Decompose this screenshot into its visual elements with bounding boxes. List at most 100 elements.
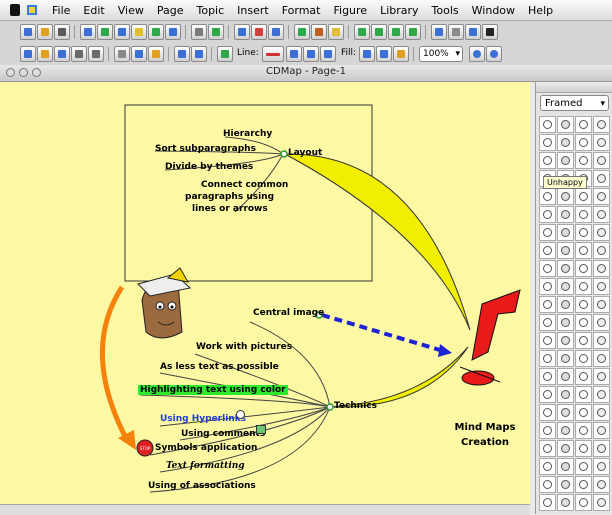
layout-button[interactable] [148, 24, 164, 40]
paste-button[interactable] [148, 46, 164, 62]
palette-symbol-icon[interactable] [593, 152, 610, 169]
palette-symbol-icon[interactable] [539, 386, 556, 403]
palette-symbol-icon[interactable] [557, 116, 574, 133]
center-topic-title[interactable]: Mind Maps Creation [445, 420, 525, 450]
line-end-button[interactable] [303, 46, 319, 62]
palette-symbol-icon[interactable] [539, 404, 556, 421]
palette-symbol-icon[interactable] [575, 296, 592, 313]
connect-button[interactable] [465, 24, 481, 40]
palette-symbol-icon[interactable] [593, 170, 610, 187]
zoom-select[interactable]: 100% ▾ [419, 46, 463, 62]
insert-link-button[interactable] [114, 24, 130, 40]
palette-symbol-icon[interactable] [593, 386, 610, 403]
redo-button[interactable] [191, 46, 207, 62]
subtopic-symbols-application[interactable]: Symbols application [155, 443, 257, 453]
palette-symbol-icon[interactable] [575, 278, 592, 295]
palette-symbol-icon[interactable] [539, 116, 556, 133]
apple-menu-icon[interactable] [8, 3, 22, 17]
palette-symbol-icon[interactable] [557, 206, 574, 223]
subtopic-text-formatting[interactable]: Text formatting [166, 461, 245, 471]
web-export-button[interactable] [388, 24, 404, 40]
subtopic-less-text[interactable]: As less text as possible [160, 362, 279, 372]
palette-symbol-icon[interactable] [557, 476, 574, 493]
palette-symbol-icon[interactable] [557, 242, 574, 259]
palette-symbol-icon[interactable] [575, 224, 592, 241]
palette-symbol-icon[interactable] [557, 134, 574, 151]
menu-view[interactable]: View [118, 4, 144, 17]
palette-symbol-icon[interactable] [557, 404, 574, 421]
palette-symbol-icon[interactable] [593, 242, 610, 259]
palette-symbol-icon[interactable] [593, 278, 610, 295]
palette-symbol-icon[interactable] [557, 314, 574, 331]
palette-symbol-icon[interactable] [593, 440, 610, 457]
subtopic-button[interactable] [97, 24, 113, 40]
palette-symbol-icon[interactable] [593, 476, 610, 493]
bring-front-button[interactable] [431, 24, 447, 40]
palette-symbol-icon[interactable] [575, 386, 592, 403]
palette-symbol-icon[interactable] [575, 314, 592, 331]
palette-symbol-icon[interactable] [575, 350, 592, 367]
save-button[interactable] [54, 46, 70, 62]
subtopic-highlighting-text[interactable]: Highlighting text using color [138, 385, 288, 395]
subtopic-hierarchy[interactable]: Hierarchy [223, 129, 272, 139]
web-button[interactable] [354, 24, 370, 40]
palette-symbol-icon[interactable] [557, 152, 574, 169]
palette-symbol-icon[interactable] [575, 116, 592, 133]
palette-symbol-icon[interactable] [539, 296, 556, 313]
palette-symbol-icon[interactable] [575, 152, 592, 169]
palette-symbol-icon[interactable] [539, 152, 556, 169]
fill-pattern-button[interactable] [376, 46, 392, 62]
palette-symbol-icon[interactable] [593, 368, 610, 385]
palette-symbol-icon[interactable] [539, 206, 556, 223]
palette-symbol-icon[interactable] [593, 296, 610, 313]
menu-file[interactable]: File [52, 4, 70, 17]
palette-symbol-icon[interactable] [539, 440, 556, 457]
collapse-button[interactable] [234, 24, 250, 40]
palette-symbol-icon[interactable] [575, 440, 592, 457]
palette-symbol-icon[interactable] [557, 368, 574, 385]
palette-symbol-icon[interactable] [575, 260, 592, 277]
palette-symbol-icon[interactable] [593, 206, 610, 223]
subtopic-connect-line3[interactable]: lines or arrows [192, 204, 268, 214]
menu-figure[interactable]: Figure [333, 4, 367, 17]
palette-symbol-icon[interactable] [539, 458, 556, 475]
subtopic-connect-line2[interactable]: paragraphs using [185, 192, 274, 202]
palette-symbol-icon[interactable] [593, 350, 610, 367]
copy-button[interactable] [131, 46, 147, 62]
send-back-button[interactable] [448, 24, 464, 40]
zoom-in-button[interactable] [469, 46, 485, 62]
new-map-button[interactable] [20, 24, 36, 40]
subtopic-using-hyperlinks[interactable]: Using Hyperlinks [160, 414, 246, 424]
topic-central-image[interactable]: Central image [253, 308, 324, 318]
palette-symbol-icon[interactable] [539, 242, 556, 259]
palette-symbol-icon[interactable] [575, 206, 592, 223]
palette-symbol-icon[interactable] [539, 350, 556, 367]
open-folder-button[interactable] [37, 46, 53, 62]
palette-symbol-icon[interactable] [575, 494, 592, 511]
subtopic-using-associations[interactable]: Using of associations [148, 481, 256, 491]
print-button[interactable] [71, 46, 87, 62]
palette-symbol-icon[interactable] [575, 188, 592, 205]
spell-check-button[interactable] [294, 24, 310, 40]
picture-button[interactable] [37, 24, 53, 40]
cut-button[interactable] [114, 46, 130, 62]
balance-button[interactable] [208, 24, 224, 40]
palette-symbol-icon[interactable] [593, 494, 610, 511]
subtopic-work-with-pictures[interactable]: Work with pictures [196, 342, 292, 352]
menu-tools[interactable]: Tools [432, 4, 459, 17]
palette-symbol-icon[interactable] [593, 422, 610, 439]
palette-symbol-icon[interactable] [575, 476, 592, 493]
comment-icon[interactable] [256, 425, 266, 434]
web-forward-button[interactable] [371, 24, 387, 40]
subtopic-divide-by-themes[interactable]: Divide by themes [165, 162, 253, 172]
palette-symbol-icon[interactable] [539, 368, 556, 385]
palette-symbol-icon[interactable] [575, 368, 592, 385]
shadow-button[interactable] [393, 46, 409, 62]
pen-tool-button[interactable] [54, 24, 70, 40]
palette-symbol-icon[interactable] [557, 494, 574, 511]
palette-symbol-icon[interactable] [593, 404, 610, 421]
callout-button[interactable] [131, 24, 147, 40]
palette-symbol-icon[interactable] [557, 458, 574, 475]
palette-symbol-icon[interactable] [575, 458, 592, 475]
palette-symbol-icon[interactable] [593, 458, 610, 475]
